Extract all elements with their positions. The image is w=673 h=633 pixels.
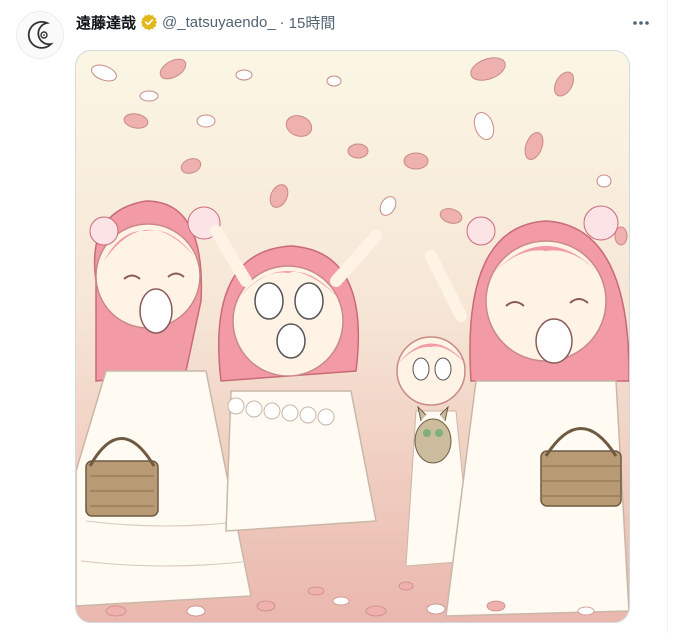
more-options-icon: [633, 21, 649, 25]
moon-avatar-icon: [27, 20, 54, 49]
author-avatar[interactable]: [16, 11, 64, 59]
more-options-button[interactable]: [628, 10, 654, 36]
tweet-header: 遠藤達哉 @_tatsuyaendo_ · 15時間: [76, 10, 335, 34]
verified-badge-icon: [140, 13, 158, 31]
illustration: [76, 51, 629, 622]
tweet-media-image[interactable]: [75, 50, 630, 623]
timeline-border: [667, 0, 668, 633]
author-name[interactable]: 遠藤達哉: [76, 12, 136, 33]
author-handle[interactable]: @_tatsuyaendo_: [162, 14, 276, 31]
meta-separator: ·: [279, 13, 285, 31]
tweet-timestamp[interactable]: 15時間: [289, 12, 336, 33]
